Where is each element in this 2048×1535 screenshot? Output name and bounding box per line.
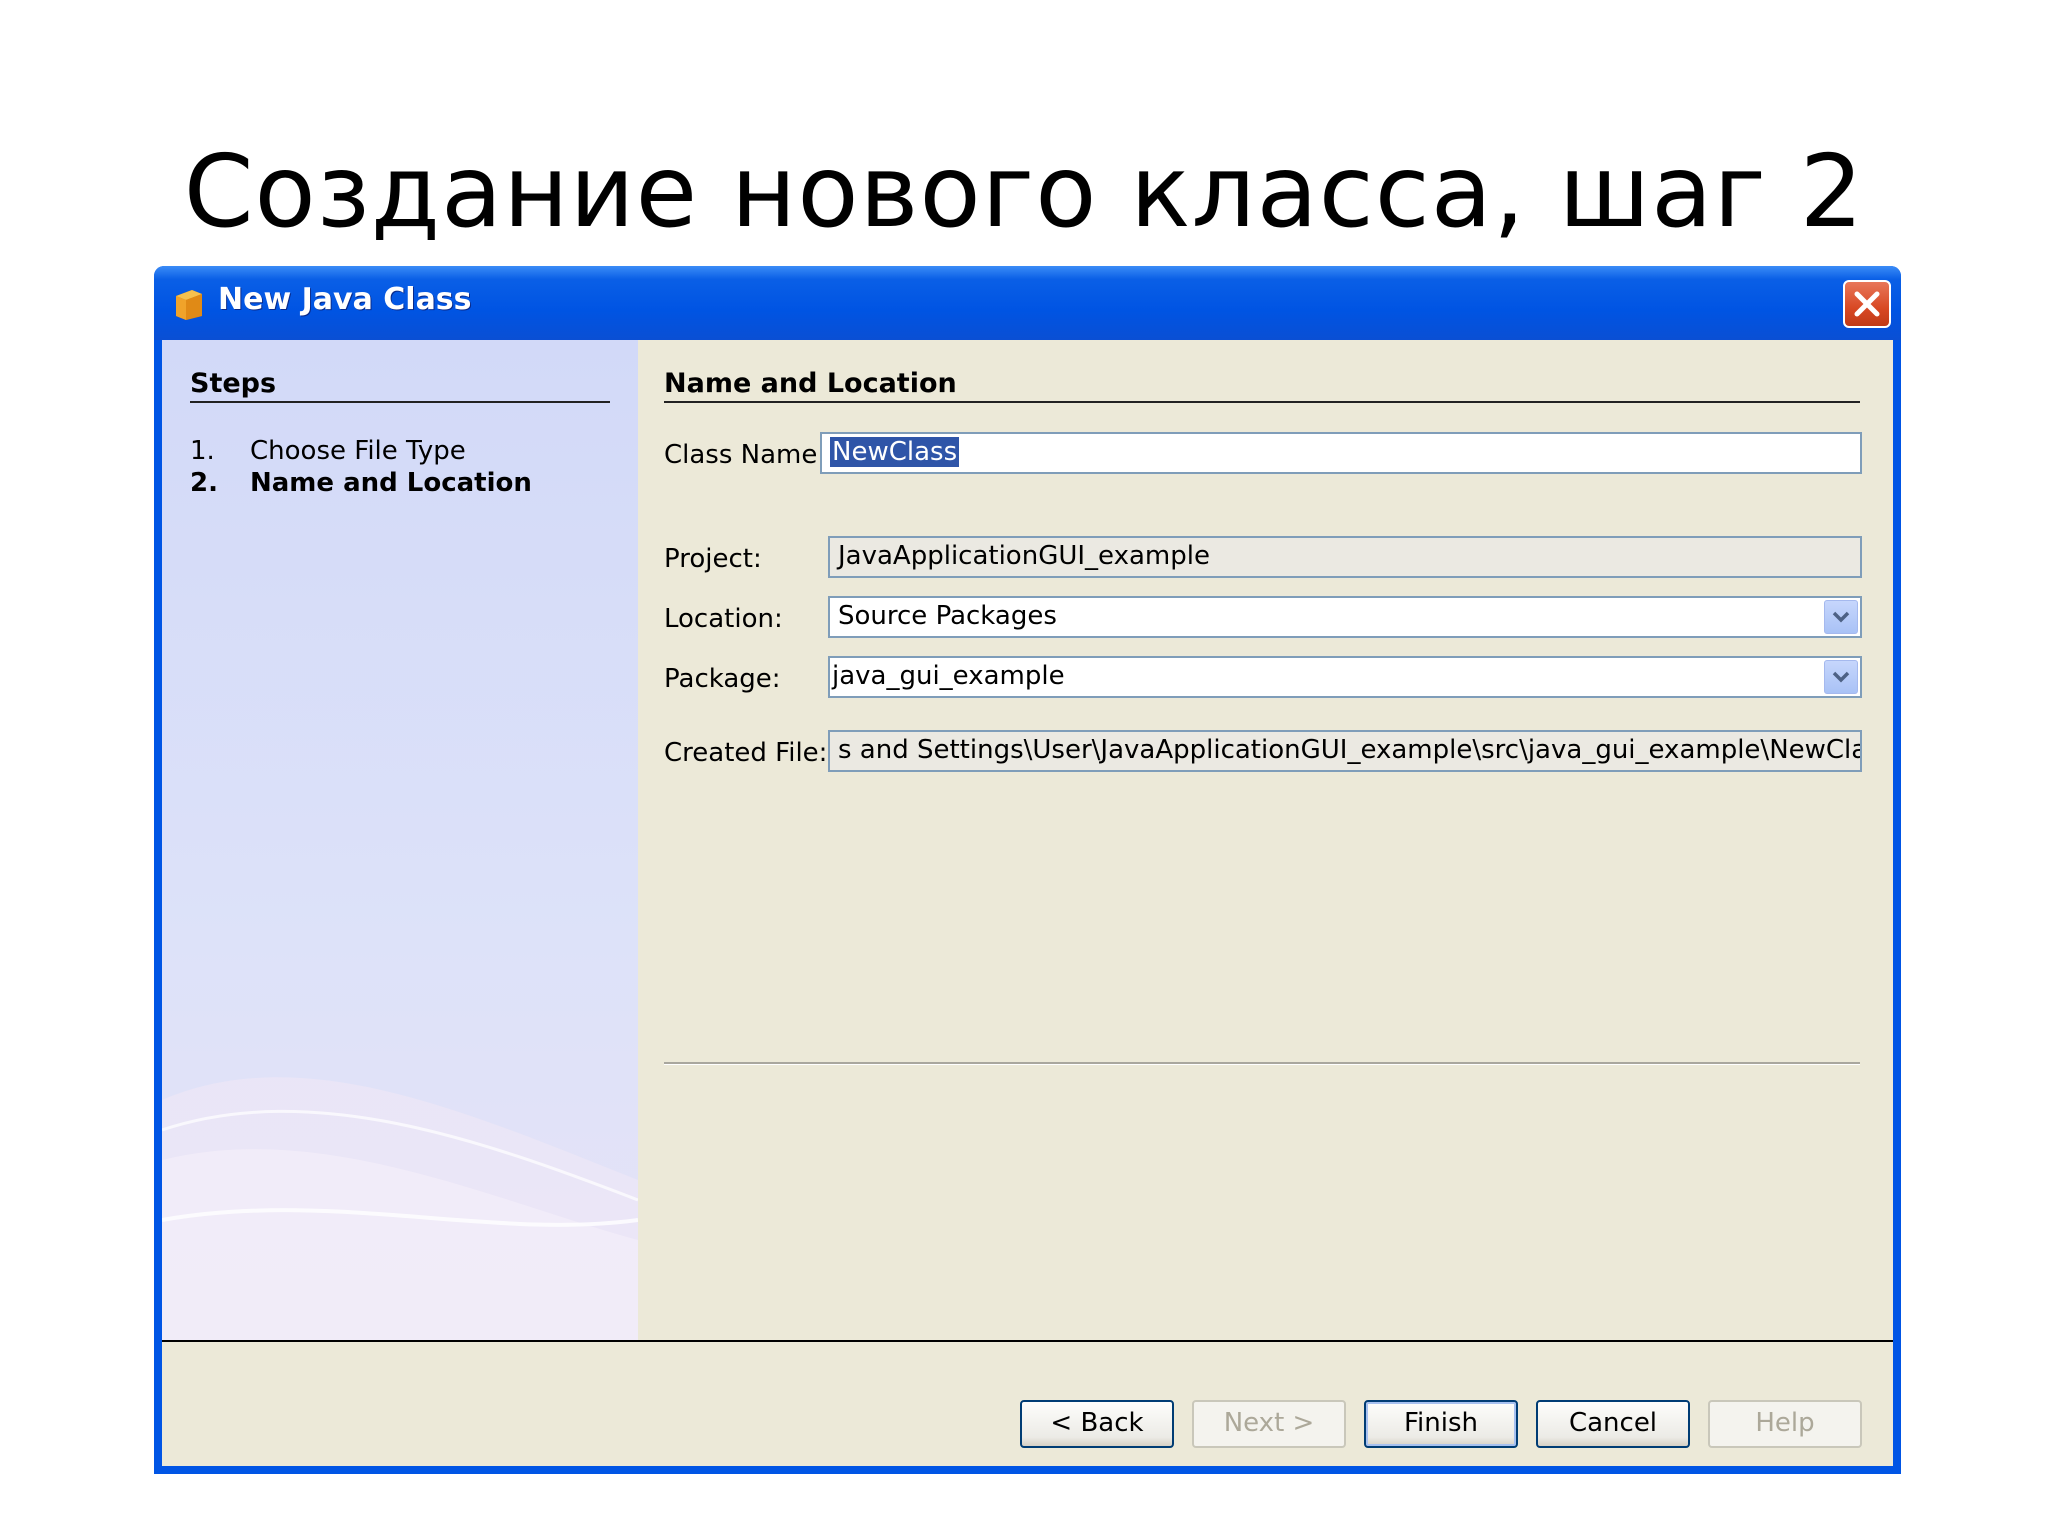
content-separator [664, 1062, 1860, 1065]
created-file-label: Created File: [664, 738, 828, 768]
window-title: New Java Class [218, 282, 472, 317]
chevron-down-icon [1832, 671, 1850, 683]
new-java-class-dialog: New Java Class Steps 1. Choose File Type … [154, 266, 1901, 1474]
step-item-choose-file-type: 1. Choose File Type [190, 436, 466, 466]
slide-title: Создание нового класса, шаг 2 [183, 133, 1865, 250]
class-name-label: Class Name: [664, 440, 827, 470]
package-combobox[interactable]: java_gui_example [828, 656, 1862, 698]
created-file-field: s and Settings\User\JavaApplicationGUI_e… [828, 730, 1862, 772]
step-label: Name and Location [250, 468, 532, 498]
java-class-icon [176, 290, 202, 320]
chevron-down-icon [1832, 611, 1850, 623]
package-value: java_gui_example [832, 661, 1065, 691]
back-button[interactable]: < Back [1020, 1400, 1174, 1448]
project-field: JavaApplicationGUI_example [828, 536, 1862, 578]
button-bar-separator [162, 1340, 1893, 1342]
class-name-value: NewClass [830, 437, 960, 467]
content-heading: Name and Location [664, 368, 1860, 403]
dialog-body: Steps 1. Choose File Type 2. Name and Loca… [162, 340, 1893, 1466]
steps-heading: Steps [190, 368, 610, 403]
location-value: Source Packages [838, 601, 1057, 631]
finish-button[interactable]: Finish [1364, 1400, 1518, 1448]
location-dropdown-button[interactable] [1824, 600, 1858, 634]
step-number: 1. [190, 436, 215, 466]
location-combobox[interactable]: Source Packages [828, 596, 1862, 638]
class-name-input[interactable]: NewClass [820, 432, 1862, 474]
step-item-name-and-location: 2. Name and Location [190, 468, 532, 498]
next-button[interactable]: Next > [1192, 1400, 1346, 1448]
package-label: Package: [664, 664, 781, 694]
step-number: 2. [190, 468, 218, 498]
step-label: Choose File Type [250, 436, 466, 466]
window-titlebar[interactable]: New Java Class [154, 266, 1901, 340]
help-button[interactable]: Help [1708, 1400, 1862, 1448]
package-dropdown-button[interactable] [1824, 660, 1858, 694]
project-label: Project: [664, 544, 762, 574]
steps-panel: Steps 1. Choose File Type 2. Name and Loca… [162, 340, 638, 1342]
close-button[interactable] [1843, 280, 1891, 328]
cancel-button[interactable]: Cancel [1536, 1400, 1690, 1448]
close-icon [1854, 291, 1880, 317]
location-label: Location: [664, 604, 783, 634]
